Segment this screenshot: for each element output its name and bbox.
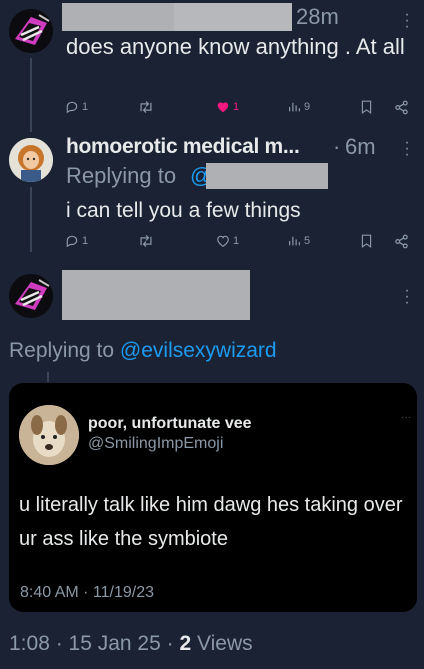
like-count: 1 bbox=[233, 101, 240, 113]
main-tweet-meta: 1:08 · 15 Jan 25 · 2 Views bbox=[9, 631, 253, 657]
divider-line bbox=[47, 372, 49, 382]
share-icon bbox=[395, 234, 408, 249]
reply-icon bbox=[66, 235, 78, 248]
tweet-1-avatar[interactable] bbox=[9, 9, 53, 53]
tweet-2-time: 6m bbox=[345, 134, 376, 159]
redacted-handle bbox=[206, 163, 328, 189]
retweet-icon bbox=[140, 101, 152, 113]
quoted-display-name: poor, unfortunate vee bbox=[88, 415, 252, 432]
like-count: 1 bbox=[233, 235, 240, 247]
reply-icon bbox=[66, 101, 78, 114]
like-icon bbox=[217, 102, 229, 113]
views-icon bbox=[289, 236, 300, 246]
retweet-icon bbox=[140, 235, 152, 247]
bookmark-button[interactable] bbox=[360, 234, 373, 248]
redacted-name bbox=[62, 3, 174, 31]
more-icon[interactable]: · · · bbox=[404, 7, 410, 35]
main-tweet-views-label[interactable]: Views bbox=[197, 632, 253, 655]
quoted-tweet-card[interactable]: poor, unfortunate vee @SmilingImpEmoji ·… bbox=[9, 383, 417, 612]
main-tweet-views-number[interactable]: 2 bbox=[179, 632, 191, 655]
replying-to-handle[interactable]: @evilsexywizard bbox=[120, 339, 277, 362]
redacted-author bbox=[62, 270, 250, 320]
views-button[interactable]: 9 bbox=[288, 100, 310, 113]
views-count: 9 bbox=[304, 100, 311, 113]
replying-to-line: Replying to @evilsexywizard bbox=[9, 338, 277, 364]
tweet-2-text: i can tell you a few things bbox=[66, 199, 301, 222]
reply-button[interactable]: 1 bbox=[65, 234, 88, 248]
bookmark-icon bbox=[361, 100, 372, 114]
tweet-1-time: 28m bbox=[296, 4, 339, 29]
views-count: 5 bbox=[304, 234, 311, 247]
quoted-text: u literally talk like him dawg hes takin… bbox=[19, 494, 403, 550]
replying-to-label: Replying to bbox=[9, 339, 115, 362]
thread-line bbox=[30, 187, 32, 252]
tweet-thread-screen: { "tweet1": { "time": "28m", "text": "do… bbox=[0, 0, 424, 669]
views-button[interactable]: 5 bbox=[288, 234, 310, 247]
replying-to-label: Replying to bbox=[66, 163, 177, 188]
reply-count: 1 bbox=[82, 235, 89, 247]
quoted-handle: @SmilingImpEmoji bbox=[88, 435, 224, 452]
views-icon bbox=[289, 102, 300, 112]
like-button[interactable]: 1 bbox=[216, 234, 239, 248]
bookmark-icon bbox=[361, 234, 372, 248]
share-button[interactable] bbox=[394, 234, 409, 249]
main-tweet-timestamp: 1:08 · 15 Jan 25 · bbox=[9, 632, 180, 655]
like-icon bbox=[217, 235, 229, 247]
redacted-handle bbox=[174, 3, 292, 31]
more-icon[interactable]: · · · bbox=[404, 283, 410, 311]
thread-line bbox=[30, 58, 32, 132]
main-tweet-avatar[interactable] bbox=[9, 274, 53, 318]
reply-count: 1 bbox=[82, 101, 89, 113]
quoted-avatar bbox=[19, 405, 79, 465]
tweet-2-avatar[interactable] bbox=[9, 138, 53, 182]
share-icon bbox=[395, 100, 408, 115]
retweet-button[interactable] bbox=[138, 234, 157, 248]
tweet-1-text: does anyone know anything . At all bbox=[66, 34, 405, 59]
retweet-button[interactable] bbox=[138, 100, 157, 114]
like-button[interactable]: 1 bbox=[216, 100, 239, 114]
bookmark-button[interactable] bbox=[360, 100, 373, 114]
quoted-more-icon: ··· bbox=[401, 412, 411, 423]
dot-separator: · bbox=[333, 134, 341, 159]
tweet-2-display-name[interactable]: homoerotic medical m... bbox=[66, 134, 300, 160]
reply-button[interactable]: 1 bbox=[65, 100, 88, 114]
more-icon[interactable]: · · · bbox=[404, 135, 410, 163]
share-button[interactable] bbox=[394, 100, 409, 115]
quoted-timestamp: 8:40 AM · 11/19/23 bbox=[20, 584, 155, 601]
